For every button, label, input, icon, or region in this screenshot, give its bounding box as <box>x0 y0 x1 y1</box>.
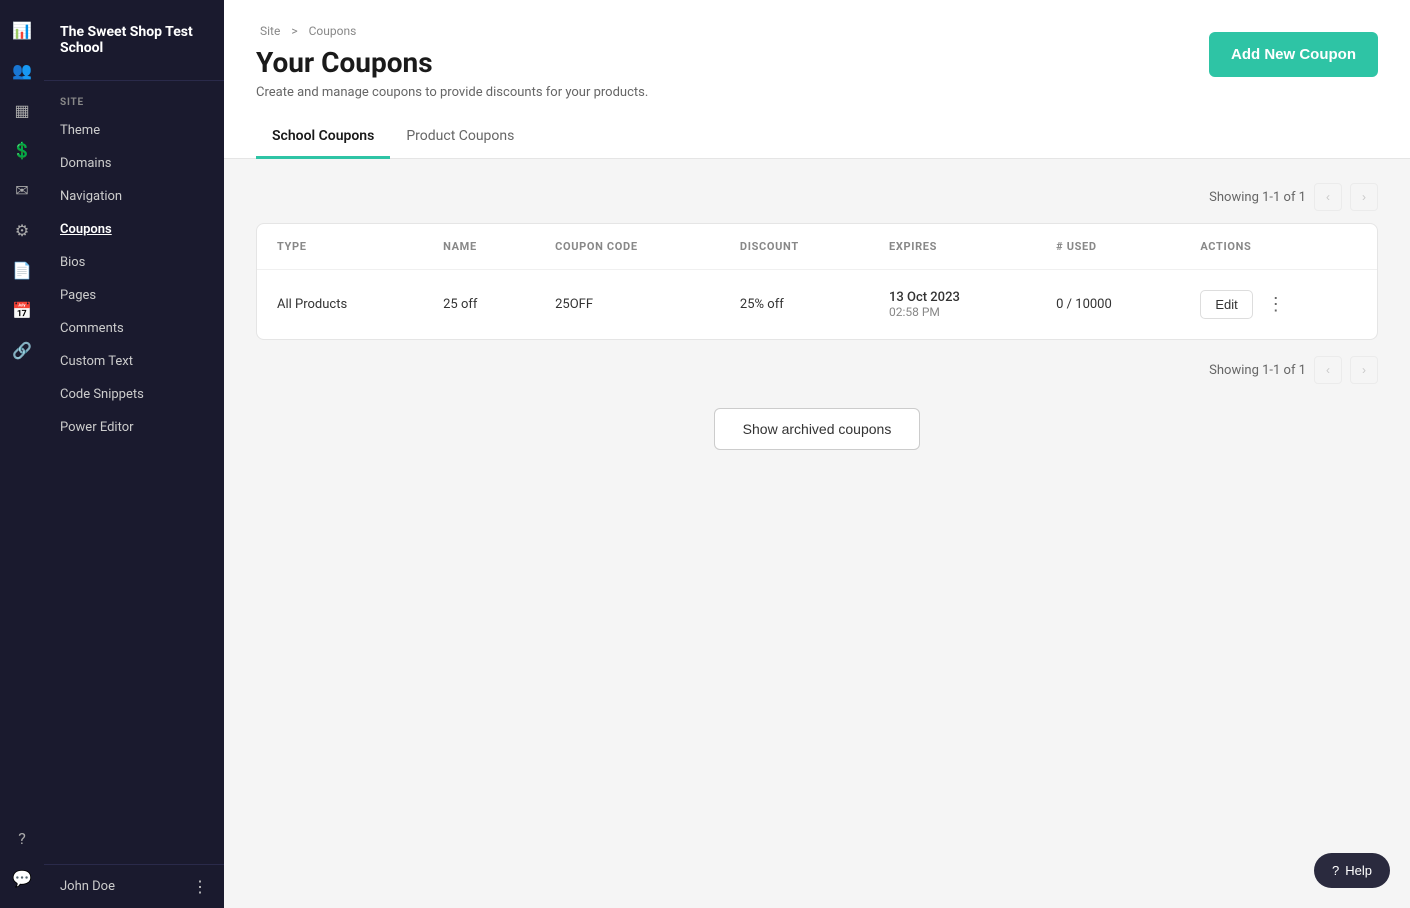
expires-time: 02:58 PM <box>889 305 1016 319</box>
pagination-showing-bottom: Showing 1-1 of 1 <box>1209 363 1306 378</box>
col-expires: EXPIRES <box>869 224 1036 270</box>
more-options-button[interactable]: ⋮ <box>1261 290 1291 319</box>
breadcrumb-site[interactable]: Site <box>260 24 280 38</box>
pagination-next-top[interactable]: › <box>1350 183 1378 211</box>
page-subtitle: Create and manage coupons to provide dis… <box>256 85 648 100</box>
edit-button[interactable]: Edit <box>1200 290 1252 319</box>
sidebar-item-label-bios: Bios <box>60 255 85 270</box>
cell-expires: 13 Oct 2023 02:58 PM <box>869 270 1036 340</box>
actions-cell: Edit ⋮ <box>1200 290 1357 319</box>
mail-icon[interactable]: ✉ <box>4 172 40 208</box>
sidebar-item-coupons[interactable]: Coupons <box>44 213 224 246</box>
help-button-label: Help <box>1345 863 1372 878</box>
help-circle-icon: ? <box>1332 863 1339 878</box>
content-area: Site > Coupons Your Coupons Create and m… <box>224 0 1410 908</box>
sidebar-item-label-theme: Theme <box>60 123 100 138</box>
col-actions: ACTIONS <box>1180 224 1377 270</box>
tab-product-coupons[interactable]: Product Coupons <box>390 116 530 159</box>
sidebar-item-comments[interactable]: Comments <box>44 312 224 345</box>
cell-name: 25 off <box>423 270 535 340</box>
footer-more-icon[interactable]: ⋮ <box>192 877 208 896</box>
sidebar-item-power-editor[interactable]: Power Editor <box>44 411 224 444</box>
footer-user-name: John Doe <box>60 879 115 894</box>
header-left: Site > Coupons Your Coupons Create and m… <box>256 24 648 100</box>
pagination-prev-top[interactable]: ‹ <box>1314 183 1342 211</box>
sidebar-item-label-coupons: Coupons <box>60 222 112 237</box>
sidebar-item-label-comments: Comments <box>60 321 124 336</box>
pages-icon[interactable]: 📄 <box>4 252 40 288</box>
help-button[interactable]: ? Help <box>1314 853 1390 888</box>
sidebar-item-bios[interactable]: Bios <box>44 246 224 279</box>
sidebar-item-label-code-snippets: Code Snippets <box>60 387 144 402</box>
top-header: Site > Coupons Your Coupons Create and m… <box>224 0 1410 116</box>
main-content: Showing 1-1 of 1 ‹ › TYPE NAME COUPON CO… <box>224 159 1410 908</box>
col-used: # USED <box>1036 224 1180 270</box>
main-sidebar: The Sweet Shop Test School SITE Theme Do… <box>44 0 224 908</box>
sidebar-item-pages[interactable]: Pages <box>44 279 224 312</box>
pagination-bottom: Showing 1-1 of 1 ‹ › <box>256 356 1378 384</box>
expires-date: 13 Oct 2023 <box>889 290 1016 305</box>
col-name: NAME <box>423 224 535 270</box>
breadcrumb-sep: > <box>291 24 297 38</box>
cell-discount: 25% off <box>720 270 869 340</box>
help-circle-icon[interactable]: ? <box>4 820 40 856</box>
archive-row: Show archived coupons <box>256 408 1378 450</box>
chart-icon[interactable]: 📊 <box>4 12 40 48</box>
cell-used: 0 / 10000 <box>1036 270 1180 340</box>
pagination-top: Showing 1-1 of 1 ‹ › <box>256 183 1378 211</box>
breadcrumb-page[interactable]: Coupons <box>309 24 357 38</box>
sidebar-item-navigation[interactable]: Navigation <box>44 180 224 213</box>
gear-icon[interactable]: ⚙ <box>4 212 40 248</box>
col-coupon-code: COUPON CODE <box>535 224 720 270</box>
coupons-table: TYPE NAME COUPON CODE DISCOUNT EXPIRES #… <box>257 224 1377 339</box>
sidebar-item-label-domains: Domains <box>60 156 111 171</box>
tabs-bar: School Coupons Product Coupons <box>224 116 1410 159</box>
message-icon[interactable]: 💬 <box>4 860 40 896</box>
coupons-table-wrapper: TYPE NAME COUPON CODE DISCOUNT EXPIRES #… <box>256 223 1378 340</box>
sidebar-item-code-snippets[interactable]: Code Snippets <box>44 378 224 411</box>
add-new-coupon-button[interactable]: Add New Coupon <box>1209 32 1378 77</box>
sidebar-item-label-custom-text: Custom Text <box>60 354 133 369</box>
calendar-icon[interactable]: 📅 <box>4 292 40 328</box>
pagination-showing-top: Showing 1-1 of 1 <box>1209 190 1306 205</box>
users-icon[interactable]: 👥 <box>4 52 40 88</box>
dollar-icon[interactable]: 💲 <box>4 132 40 168</box>
breadcrumb: Site > Coupons <box>256 24 648 38</box>
tab-school-coupons[interactable]: School Coupons <box>256 116 390 159</box>
icon-sidebar: 📊 👥 ▦ 💲 ✉ ⚙ 📄 📅 🔗 ? 💬 <box>0 0 44 908</box>
col-type: TYPE <box>257 224 423 270</box>
sidebar-item-label-pages: Pages <box>60 288 96 303</box>
pagination-next-bottom[interactable]: › <box>1350 356 1378 384</box>
sidebar-item-label-power-editor: Power Editor <box>60 420 134 435</box>
table-row: All Products 25 off 25OFF 25% off 13 Oct… <box>257 270 1377 340</box>
dashboard-icon[interactable]: ▦ <box>4 92 40 128</box>
sidebar-footer[interactable]: John Doe ⋮ <box>44 864 224 908</box>
col-discount: DISCOUNT <box>720 224 869 270</box>
cell-type: All Products <box>257 270 423 340</box>
cell-actions: Edit ⋮ <box>1180 270 1377 340</box>
link-icon[interactable]: 🔗 <box>4 332 40 368</box>
sidebar-item-theme[interactable]: Theme <box>44 114 224 147</box>
sidebar-item-custom-text[interactable]: Custom Text <box>44 345 224 378</box>
pagination-prev-bottom[interactable]: ‹ <box>1314 356 1342 384</box>
cell-coupon-code: 25OFF <box>535 270 720 340</box>
show-archived-coupons-button[interactable]: Show archived coupons <box>714 408 921 450</box>
sidebar-item-domains[interactable]: Domains <box>44 147 224 180</box>
site-section-label: SITE <box>44 81 224 114</box>
sidebar-item-label-navigation: Navigation <box>60 189 122 204</box>
school-name: The Sweet Shop Test School <box>44 0 224 81</box>
page-title: Your Coupons <box>256 46 648 79</box>
